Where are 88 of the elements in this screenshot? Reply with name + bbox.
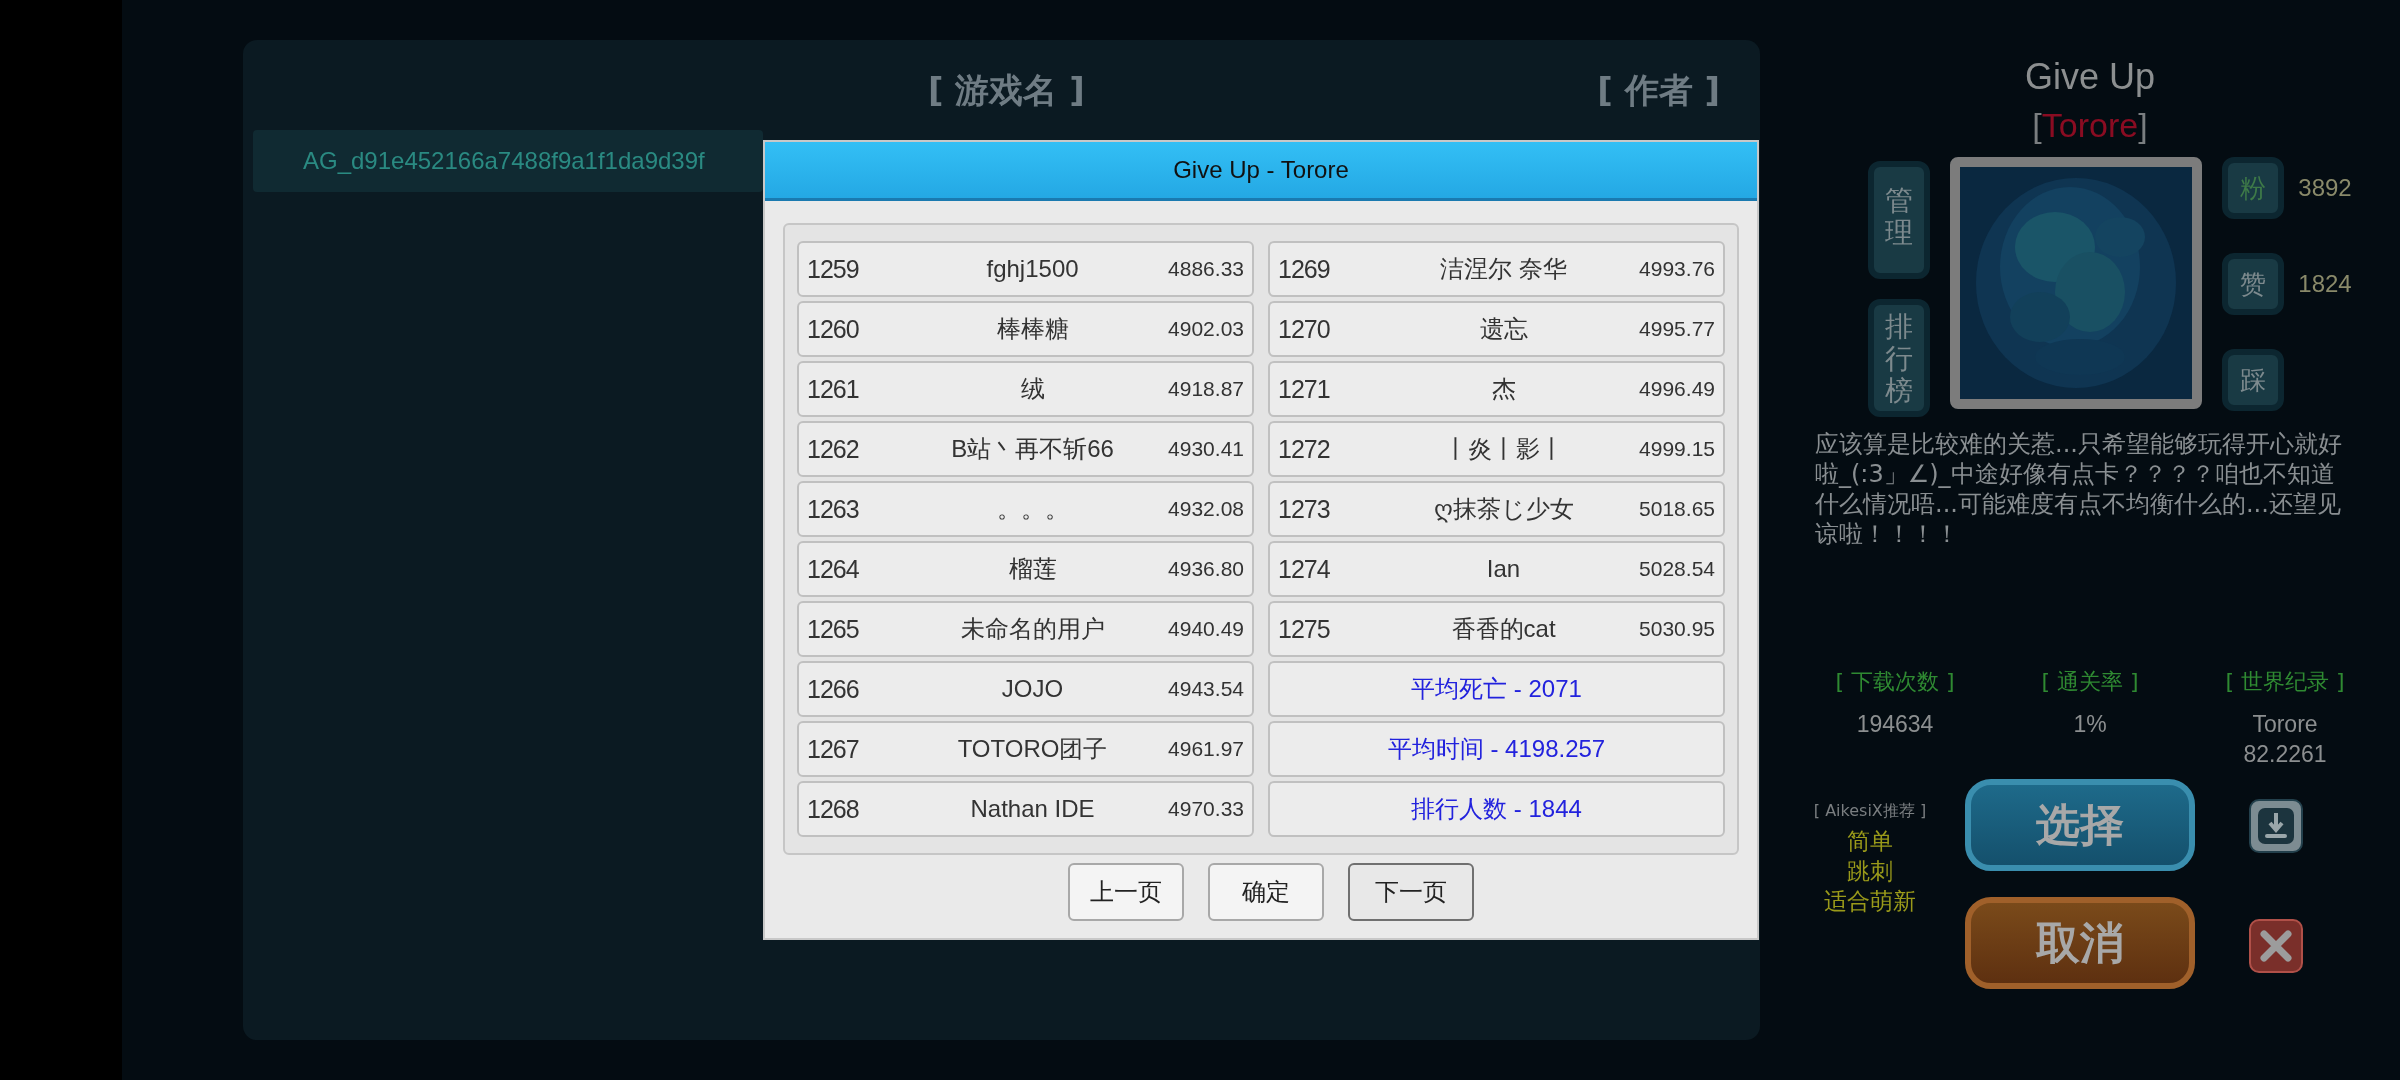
player-time: 4936.80 bbox=[1168, 557, 1244, 581]
rank-number: 1267 bbox=[807, 734, 860, 764]
rank-number: 1269 bbox=[1278, 254, 1331, 284]
dialog-button[interactable]: 下一页 bbox=[1348, 863, 1474, 921]
stat-value: Torore bbox=[2252, 710, 2318, 739]
counter-value: 3892 bbox=[2298, 174, 2352, 202]
player-time: 4886.33 bbox=[1168, 257, 1244, 281]
stat-value: 1% bbox=[2073, 710, 2107, 739]
summary-stat: 排行人数 - 1844 bbox=[1268, 781, 1725, 837]
rank-number: 1259 bbox=[807, 254, 860, 284]
player-time: 4930.41 bbox=[1168, 437, 1244, 461]
counter-button[interactable]: 赞 bbox=[2222, 253, 2285, 315]
player-time: 5018.65 bbox=[1639, 497, 1715, 521]
summary-stat: 平均时间 - 4198.257 bbox=[1268, 721, 1725, 777]
counter-button[interactable]: 踩 bbox=[2222, 349, 2285, 411]
player-name: 洁涅尔 奈华 bbox=[1439, 254, 1568, 284]
player-name: B站丶再不斩66 bbox=[950, 434, 1115, 464]
dialog-button[interactable]: 上一页 bbox=[1068, 863, 1184, 921]
description: 应该算是比较难的关惹...只希望能够玩得开心就好啦_(:3」∠)_中途好像有点卡？？？？咱也不知道什么情况唔...可能难度有点不均衡什么的...还望见谅啦！！！！ bbox=[1815, 429, 2343, 549]
stat-label: [ 下载次数 ] bbox=[1835, 668, 1955, 696]
recommend-tag: 跳刺 bbox=[1847, 856, 1893, 886]
player-name: Ian bbox=[1485, 555, 1522, 583]
recommend-tag: 简单 bbox=[1847, 826, 1893, 856]
rank-number: 1272 bbox=[1278, 434, 1331, 464]
rank-number: 1273 bbox=[1278, 494, 1331, 524]
recommend-label: [ AikesiX推荐 ] bbox=[1813, 801, 1927, 822]
column-header: [ 作者 ] bbox=[1597, 69, 1720, 112]
bracket: ] bbox=[2138, 106, 2148, 144]
close-icon[interactable] bbox=[2249, 919, 2303, 973]
stat-value: 194634 bbox=[1856, 710, 1934, 739]
player-time: 5028.54 bbox=[1639, 557, 1715, 581]
rank-number: 1271 bbox=[1278, 374, 1331, 404]
rank-number: 1275 bbox=[1278, 614, 1331, 644]
player-time: 5030.95 bbox=[1639, 617, 1715, 641]
dialog-title: Give Up - Torore bbox=[765, 142, 1757, 201]
player-name: TOTORO团子 bbox=[956, 734, 1109, 764]
player-name: 丨炎丨影丨 bbox=[1442, 434, 1565, 464]
player-time: 4995.77 bbox=[1639, 317, 1715, 341]
rank-number: 1262 bbox=[807, 434, 860, 464]
rank-number: 1263 bbox=[807, 494, 860, 524]
player-name: ღ抹茶じ少女 bbox=[1432, 494, 1575, 525]
rank-number: 1260 bbox=[807, 314, 860, 344]
author-name: Torore bbox=[2041, 106, 2139, 144]
side-button[interactable]: 排行榜 bbox=[1868, 299, 1931, 417]
dialog-button[interactable]: 确定 bbox=[1208, 863, 1324, 921]
player-name: 遗忘 bbox=[1478, 314, 1529, 344]
player-name: JOJO bbox=[1000, 675, 1065, 703]
rank-number: 1261 bbox=[807, 374, 860, 404]
player-name: Nathan IDE bbox=[969, 795, 1096, 823]
player-time: 4932.08 bbox=[1168, 497, 1244, 521]
game-list-item[interactable]: AG_d91e452166a7488f9a1f1da9d39f bbox=[253, 130, 763, 192]
player-name: 棒棒糖 bbox=[995, 314, 1070, 344]
player-name: 。。。 bbox=[995, 494, 1070, 524]
bracket: [ bbox=[2032, 106, 2042, 144]
player-name: 绒 bbox=[1019, 374, 1046, 404]
player-time: 4996.49 bbox=[1639, 377, 1715, 401]
rank-number: 1274 bbox=[1278, 554, 1331, 584]
player-time: 4940.49 bbox=[1168, 617, 1244, 641]
player-time: 4993.76 bbox=[1639, 257, 1715, 281]
player-name: 香香的cat bbox=[1450, 614, 1557, 644]
player-time: 4961.97 bbox=[1168, 737, 1244, 761]
download-icon[interactable] bbox=[2249, 799, 2303, 853]
player-time: 4918.87 bbox=[1168, 377, 1244, 401]
column-header: [ 游戏名 ] bbox=[928, 69, 1085, 112]
player-time: 4999.15 bbox=[1639, 437, 1715, 461]
rank-number: 1270 bbox=[1278, 314, 1331, 344]
player-time: 4943.54 bbox=[1168, 677, 1244, 701]
stat-value: 82.2261 bbox=[2243, 740, 2327, 769]
player-name: 未命名的用户 bbox=[959, 614, 1106, 644]
player-time: 4970.33 bbox=[1168, 797, 1244, 821]
player-name: 榴莲 bbox=[1007, 554, 1058, 584]
rank-number: 1265 bbox=[807, 614, 860, 644]
player-time: 4902.03 bbox=[1168, 317, 1244, 341]
summary-stat: 平均死亡 - 2071 bbox=[1268, 661, 1725, 717]
cancel-button[interactable]: 取消 bbox=[1965, 897, 2195, 989]
rank-number: 1264 bbox=[807, 554, 860, 584]
stat-label: [ 世界纪录 ] bbox=[2225, 668, 2345, 696]
recommend-tag: 适合萌新 bbox=[1824, 886, 1916, 916]
rank-number: 1266 bbox=[807, 674, 860, 704]
select-button[interactable]: 选择 bbox=[1965, 779, 2195, 871]
side-button[interactable]: 管理 bbox=[1868, 161, 1931, 279]
counter-value: 1824 bbox=[2298, 270, 2352, 298]
game-title: Give Up bbox=[2024, 56, 2155, 98]
rank-number: 1268 bbox=[807, 794, 860, 824]
stat-label: [ 通关率 ] bbox=[2041, 668, 2139, 696]
player-name: 杰 bbox=[1490, 374, 1517, 404]
player-name: fghj1500 bbox=[985, 255, 1080, 283]
counter-button[interactable]: 粉 bbox=[2222, 157, 2285, 219]
